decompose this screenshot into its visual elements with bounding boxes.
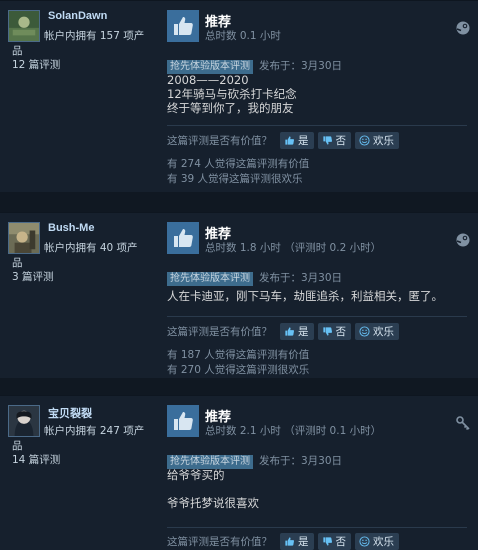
- key-icon: [456, 415, 470, 431]
- vote-no-button[interactable]: 否: [317, 323, 351, 340]
- divider: [167, 527, 467, 528]
- vote-stats: 有 187 人觉得这篇评测有价值 有 270 人觉得这篇评测很欢乐: [167, 348, 309, 378]
- products-owned[interactable]: 帐户内拥有 247 项产: [44, 423, 162, 440]
- review-meta: 抢先体验版本评测 发布于：3月30日: [167, 54, 342, 74]
- vote-no-label: 否: [335, 326, 347, 338]
- thumbs-up-icon: [167, 222, 199, 254]
- review-body: 给爷爷买的 爷爷托梦说很喜欢: [167, 468, 259, 510]
- thumbs-down-icon: [322, 327, 332, 336]
- thumbs-up-icon: [285, 136, 295, 145]
- helpful-question: 这篇评测是否有价值？: [167, 135, 272, 147]
- early-access-badge: 抢先体验版本评测: [167, 60, 253, 74]
- steam-icon: [456, 20, 470, 35]
- vote-yes-button[interactable]: 是: [280, 132, 314, 149]
- username[interactable]: SolanDawn: [48, 10, 107, 22]
- vote-yes-label: 是: [298, 326, 309, 338]
- vote-no-button[interactable]: 否: [317, 132, 351, 149]
- review-meta: 抢先体验版本评测 发布于：3月30日: [167, 266, 342, 286]
- review-card: Bush-Me 帐户内拥有 40 项产 品 3 篇评测 推荐 总时数 1.8 小…: [0, 212, 478, 378]
- helpful-count: 有 274 人觉得这篇评测有价值: [167, 158, 310, 170]
- smiley-icon: [359, 326, 370, 337]
- review-separator: [0, 378, 478, 395]
- vote-funny-button[interactable]: 欢乐: [355, 533, 399, 550]
- vote-bar: 这篇评测是否有价值？ 是 否 欢乐: [167, 132, 403, 149]
- products-owned[interactable]: 帐户内拥有 157 项产: [44, 28, 162, 45]
- vote-funny-button[interactable]: 欢乐: [355, 132, 399, 149]
- review-meta: 抢先体验版本评测 发布于：3月30日: [167, 449, 342, 469]
- avatar[interactable]: [8, 405, 40, 437]
- helpful-question: 这篇评测是否有价值？: [167, 326, 272, 338]
- vote-yes-label: 是: [298, 135, 309, 147]
- vote-no-label: 否: [335, 536, 347, 548]
- vote-funny-button[interactable]: 欢乐: [355, 323, 399, 340]
- review-body: 人在卡迪亚，刚下马车，劫匪追杀，利益相关，匿了。: [167, 289, 443, 303]
- posted-date: 发布于：3月30日: [259, 60, 343, 72]
- smiley-icon: [359, 536, 370, 547]
- playtime-hours: 总时数 1.8 小时 （评测时 0.2 小时）: [205, 242, 382, 254]
- thumbs-down-icon: [322, 537, 332, 546]
- early-access-badge: 抢先体验版本评测: [167, 272, 253, 286]
- vote-funny-label: 欢乐: [373, 326, 394, 338]
- playtime-hours: 总时数 0.1 小时: [205, 30, 281, 42]
- avatar[interactable]: [8, 222, 40, 254]
- playtime-hours: 总时数 2.1 小时 （评测时 0.1 小时）: [205, 425, 382, 437]
- steam-icon: [456, 232, 470, 247]
- review-count[interactable]: 12 篇评测: [12, 57, 60, 72]
- products-owned[interactable]: 帐户内拥有 40 项产: [44, 240, 162, 257]
- vote-no-button[interactable]: 否: [317, 533, 351, 550]
- username[interactable]: 宝贝裂裂: [48, 405, 92, 421]
- thumbs-up-icon: [285, 327, 295, 336]
- vote-yes-button[interactable]: 是: [280, 323, 314, 340]
- divider: [167, 125, 467, 126]
- vote-no-label: 否: [335, 135, 347, 147]
- avatar[interactable]: [8, 10, 40, 42]
- review-count[interactable]: 3 篇评测: [12, 269, 54, 284]
- vote-funny-label: 欢乐: [373, 135, 394, 147]
- review-separator: [0, 192, 478, 212]
- funny-count: 有 270 人觉得这篇评测很欢乐: [167, 364, 310, 376]
- username[interactable]: Bush-Me: [48, 222, 94, 234]
- posted-date: 发布于：3月30日: [259, 272, 343, 284]
- divider: [167, 316, 467, 317]
- helpful-count: 有 187 人觉得这篇评测有价值: [167, 349, 310, 361]
- vote-bar: 这篇评测是否有价值？ 是 否 欢乐: [167, 323, 403, 340]
- early-access-badge: 抢先体验版本评测: [167, 455, 253, 469]
- thumbs-up-icon: [167, 10, 199, 42]
- smiley-icon: [359, 135, 370, 146]
- vote-yes-button[interactable]: 是: [280, 533, 314, 550]
- vote-funny-label: 欢乐: [373, 536, 394, 548]
- funny-count: 有 39 人觉得这篇评测很欢乐: [167, 173, 303, 185]
- posted-date: 发布于：3月30日: [259, 455, 343, 467]
- review-body: 2008——2020 12年骑马与砍杀打卡纪念 终于等到你了，我的朋友: [167, 73, 297, 115]
- vote-stats: 有 274 人觉得这篇评测有价值 有 39 人觉得这篇评测很欢乐: [167, 157, 309, 187]
- helpful-question: 这篇评测是否有价值？: [167, 536, 272, 548]
- review-count[interactable]: 14 篇评测: [12, 452, 60, 467]
- review-card: SolanDawn 帐户内拥有 157 项产 品 12 篇评测 推荐 总时数 0…: [0, 0, 478, 192]
- thumbs-down-icon: [322, 136, 332, 145]
- thumbs-up-icon: [285, 537, 295, 546]
- vote-yes-label: 是: [298, 536, 309, 548]
- review-card: 宝贝裂裂 帐户内拥有 247 项产 品 14 篇评测 推荐 总时数 2.1 小时…: [0, 395, 478, 550]
- vote-bar: 这篇评测是否有价值？ 是 否 欢乐: [167, 533, 403, 550]
- thumbs-up-icon: [167, 405, 199, 437]
